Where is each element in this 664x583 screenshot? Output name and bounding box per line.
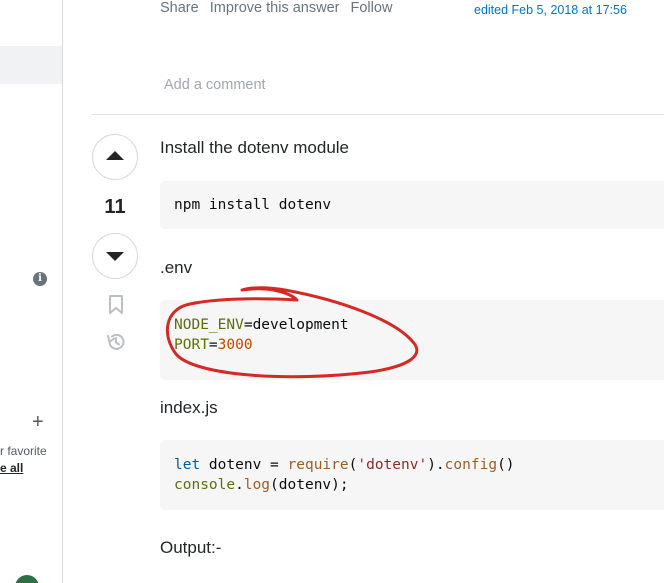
code-keyword: let <box>174 457 201 473</box>
index-code-block: let dotenv = require('dotenv').config() … <box>160 440 664 510</box>
code-function: config <box>444 457 498 473</box>
favorite-tags-text: r favorite <box>0 444 47 458</box>
code-object: console <box>174 477 236 493</box>
share-link[interactable]: Share <box>160 0 199 16</box>
env-label: .env <box>160 258 193 277</box>
code-function: require <box>287 457 349 473</box>
code-line: let dotenv = require('dotenv').config() <box>174 455 664 475</box>
avatar[interactable] <box>15 575 39 583</box>
code-string: 'dotenv' <box>357 457 428 473</box>
vote-count: 11 <box>104 196 126 218</box>
plus-icon[interactable]: + <box>32 412 44 432</box>
code-text: () <box>497 457 515 473</box>
upvote-button[interactable] <box>92 134 138 180</box>
edited-timestamp-link[interactable]: edited Feb 5, 2018 at 17:56 <box>474 3 627 17</box>
index-label: index.js <box>160 398 218 417</box>
install-command: npm install dotenv <box>174 197 332 213</box>
history-icon[interactable] <box>105 331 127 353</box>
output-label: Output:- <box>160 538 222 557</box>
code-text: ). <box>427 457 445 473</box>
code-text: (dotenv); <box>270 477 349 493</box>
add-comment-link[interactable]: Add a comment <box>164 77 266 93</box>
code-text: dotenv = <box>200 457 288 473</box>
code-line: console.log(dotenv); <box>174 475 664 495</box>
downvote-button[interactable] <box>92 233 138 279</box>
improve-answer-link[interactable]: Improve this answer <box>210 0 340 16</box>
code-text: . <box>235 477 244 493</box>
upvote-icon <box>106 151 124 160</box>
annotation-circle <box>166 286 419 379</box>
bookmark-icon[interactable] <box>106 294 126 316</box>
install-code-block: npm install dotenv <box>160 181 664 229</box>
sidebar-active-item[interactable] <box>0 46 62 84</box>
post-menu: Share Improve this answer Follow <box>160 0 399 16</box>
see-all-link[interactable]: e all <box>0 461 23 475</box>
downvote-icon <box>106 252 124 261</box>
info-icon[interactable]: i <box>33 272 47 286</box>
left-sidebar: i + r favorite e all <box>0 0 63 583</box>
code-function: log <box>243 477 271 493</box>
answer-divider <box>92 114 664 115</box>
answer-intro: Install the dotenv module <box>160 138 350 157</box>
follow-link[interactable]: Follow <box>351 0 393 16</box>
